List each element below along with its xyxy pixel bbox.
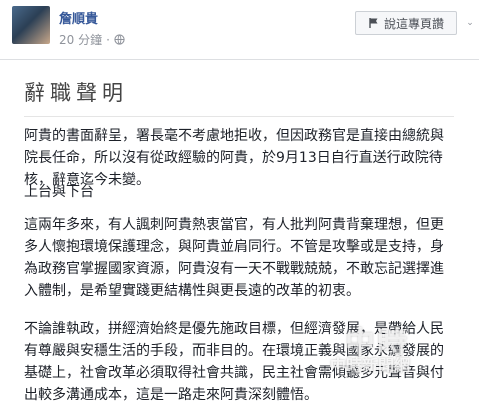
watermark-text: 中時新聞網 — [330, 356, 411, 375]
like-page-label: 說這專頁讚 — [383, 16, 444, 31]
post-header: 詹順貴 20 分鐘 · 說這專頁讚 ⌄ — [0, 0, 479, 55]
paragraph-reflection: 這兩年多來，有人諷刺阿貴熱衷當官，有人批判阿貴背棄理想，但更多人懷抱環境保護理念… — [24, 217, 444, 299]
globe-icon — [114, 34, 125, 45]
chevron-down-icon[interactable]: ⌄ — [464, 17, 476, 29]
section-heading: 上台與下台 — [24, 184, 94, 200]
flag-icon — [369, 18, 378, 28]
like-page-button[interactable]: 說這專頁讚 — [355, 11, 457, 35]
post-time[interactable]: 20 分鐘 — [59, 31, 102, 48]
note-title: 辭職聲明 — [24, 81, 128, 105]
title-divider — [24, 116, 454, 117]
author-name[interactable]: 詹順貴 — [59, 8, 98, 27]
post-meta: 20 分鐘 · — [59, 31, 125, 48]
avatar[interactable] — [12, 6, 50, 44]
